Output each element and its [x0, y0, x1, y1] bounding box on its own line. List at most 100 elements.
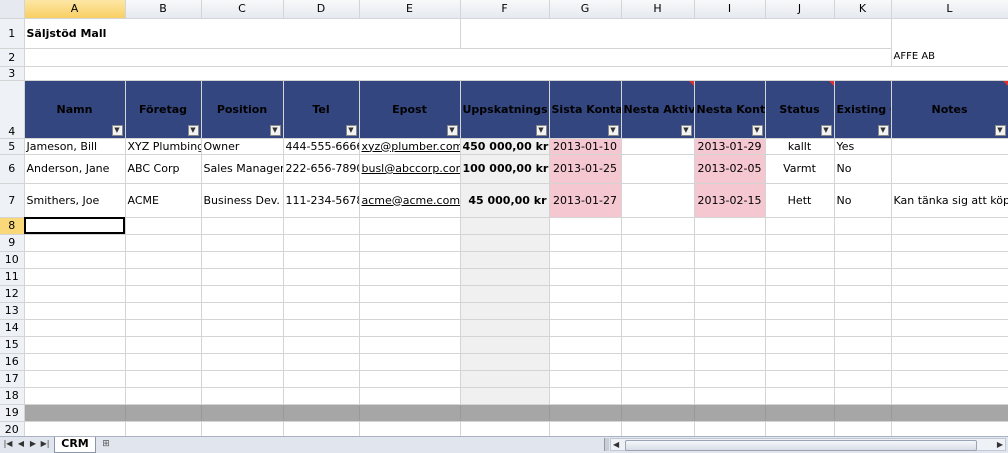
cell[interactable]	[24, 336, 126, 354]
cell[interactable]	[201, 404, 284, 422]
cell[interactable]	[694, 319, 766, 337]
cell[interactable]	[834, 268, 892, 286]
first-sheet-icon[interactable]: |◀	[3, 439, 13, 448]
cell[interactable]	[283, 404, 360, 422]
cell[interactable]	[24, 285, 126, 303]
cell-nesta-kontakt[interactable]: 2013-02-15	[694, 183, 766, 218]
cell[interactable]	[549, 336, 622, 354]
cell[interactable]	[201, 268, 284, 286]
cell[interactable]	[201, 302, 284, 320]
cell[interactable]	[125, 353, 202, 371]
cell-notes[interactable]: Kan tänka sig att köpa mer senare	[891, 183, 1008, 218]
cell[interactable]	[283, 336, 360, 354]
cell-foretag[interactable]: XYZ Plumbing	[125, 138, 202, 155]
cell[interactable]	[549, 285, 622, 303]
column-header-l[interactable]: L	[891, 0, 1008, 19]
cell[interactable]	[834, 319, 892, 337]
cell-existing[interactable]: Yes	[834, 138, 892, 155]
cell[interactable]	[283, 421, 360, 436]
cell[interactable]	[834, 234, 892, 252]
cell[interactable]	[765, 285, 835, 303]
cell[interactable]	[694, 404, 766, 422]
cell[interactable]	[460, 421, 550, 436]
cell[interactable]	[24, 319, 126, 337]
row-header[interactable]: 12	[0, 285, 25, 303]
cell[interactable]	[201, 217, 284, 235]
cell[interactable]	[621, 302, 695, 320]
cell[interactable]	[891, 387, 1008, 405]
filter-dropdown-icon[interactable]: ▼	[111, 124, 123, 136]
cell[interactable]	[283, 285, 360, 303]
cell[interactable]	[125, 370, 202, 388]
filter-dropdown-icon[interactable]: ▼	[751, 124, 763, 136]
header-nesta-kontakt[interactable]: Nesta Kontakt ▼	[694, 80, 766, 139]
active-cell[interactable]	[24, 217, 126, 235]
cell[interactable]	[765, 251, 835, 269]
cell[interactable]	[891, 234, 1008, 252]
cell[interactable]	[283, 302, 360, 320]
cell[interactable]	[891, 251, 1008, 269]
cell[interactable]	[621, 387, 695, 405]
header-nesta-aktivitet[interactable]: Nesta Aktivitet ▼	[621, 80, 695, 139]
insert-sheet-icon[interactable]: ⊞	[98, 438, 114, 450]
cell-position[interactable]: Sales Manager	[201, 154, 284, 184]
cell[interactable]	[460, 370, 550, 388]
cell[interactable]	[359, 319, 461, 337]
cell[interactable]	[201, 285, 284, 303]
cell[interactable]	[460, 268, 550, 286]
cell-tel[interactable]: 111-234-5678	[283, 183, 360, 218]
cell[interactable]	[125, 421, 202, 436]
cell[interactable]	[283, 251, 360, 269]
cell[interactable]	[621, 336, 695, 354]
last-sheet-icon[interactable]: ▶|	[40, 439, 50, 448]
cell[interactable]	[891, 353, 1008, 371]
select-all-corner[interactable]	[0, 0, 25, 19]
cell[interactable]	[283, 268, 360, 286]
row-header[interactable]: 15	[0, 336, 25, 354]
cell[interactable]	[834, 370, 892, 388]
cell-tel[interactable]: 444-555-6666	[283, 138, 360, 155]
row-header[interactable]: 1	[0, 18, 25, 49]
cell[interactable]	[549, 217, 622, 235]
row-header[interactable]: 19	[0, 404, 25, 422]
cell[interactable]	[460, 251, 550, 269]
cell[interactable]	[460, 234, 550, 252]
cell[interactable]	[125, 387, 202, 405]
cell[interactable]	[549, 268, 622, 286]
cell[interactable]	[24, 421, 126, 436]
cell-notes[interactable]	[891, 154, 1008, 184]
cell[interactable]	[694, 387, 766, 405]
cell[interactable]	[549, 353, 622, 371]
cell-existing[interactable]: No	[834, 154, 892, 184]
cell[interactable]	[765, 404, 835, 422]
header-position[interactable]: Position ▼	[201, 80, 284, 139]
cell[interactable]	[359, 336, 461, 354]
cell[interactable]	[765, 387, 835, 405]
row-header[interactable]: 2	[0, 48, 25, 67]
row-header[interactable]: 16	[0, 353, 25, 371]
cell-position[interactable]: Owner	[201, 138, 284, 155]
cell[interactable]	[201, 353, 284, 371]
column-header-d[interactable]: D	[283, 0, 360, 19]
row-header[interactable]: 14	[0, 319, 25, 337]
cell[interactable]	[765, 319, 835, 337]
cell[interactable]	[891, 285, 1008, 303]
cell[interactable]	[125, 319, 202, 337]
column-header-i[interactable]: I	[694, 0, 766, 19]
cell-notes[interactable]	[891, 138, 1008, 155]
cell[interactable]	[201, 421, 284, 436]
cell-nesta-aktivitet[interactable]	[621, 154, 695, 184]
row-header[interactable]: 17	[0, 370, 25, 388]
cell-nesta-kontakt[interactable]: 2013-02-05	[694, 154, 766, 184]
cell[interactable]	[125, 302, 202, 320]
cell[interactable]	[283, 319, 360, 337]
cell[interactable]	[891, 217, 1008, 235]
row-header[interactable]: 8	[0, 217, 25, 235]
cell[interactable]	[125, 217, 202, 235]
cell-namn[interactable]: Smithers, Joe	[24, 183, 126, 218]
cell[interactable]	[765, 336, 835, 354]
cell-nesta-kontakt[interactable]: 2013-01-29	[694, 138, 766, 155]
cell[interactable]	[694, 421, 766, 436]
cell[interactable]	[359, 217, 461, 235]
next-sheet-icon[interactable]: ▶	[28, 439, 38, 448]
